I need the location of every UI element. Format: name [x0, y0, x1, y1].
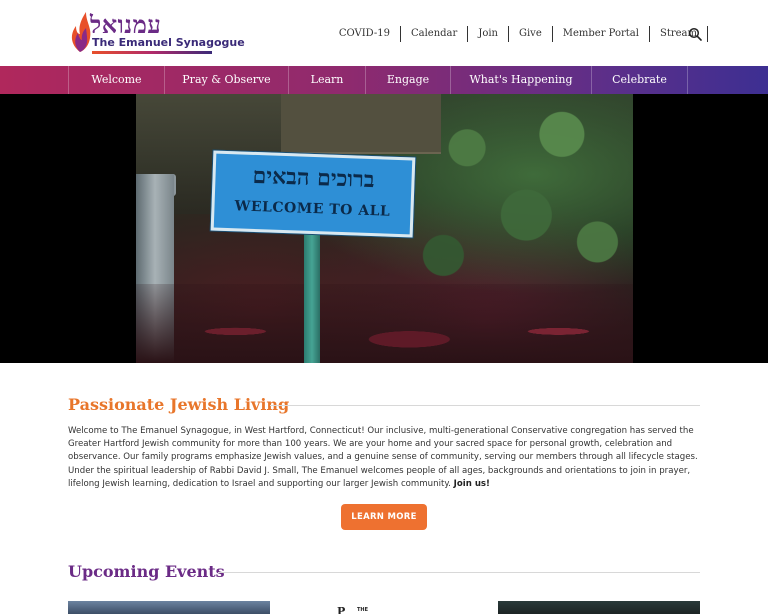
about-heading-rule	[270, 405, 700, 406]
topnav-covid[interactable]: COVID-19	[329, 26, 401, 42]
about-body-text: Welcome to The Emanuel Synagogue, in Wes…	[68, 426, 698, 489]
about-paragraph: Welcome to The Emanuel Synagogue, in Wes…	[68, 425, 700, 491]
hero-banner: ברוכים הבאים WELCOME TO ALL	[0, 94, 768, 363]
nav-celebrate[interactable]: Celebrate	[591, 66, 688, 94]
hero-shrubs	[136, 284, 633, 363]
event-card[interactable]	[68, 601, 270, 614]
sign-english-text: WELCOME TO ALL	[234, 198, 391, 220]
events-heading: Upcoming Events	[68, 562, 225, 581]
nav-pray-observe[interactable]: Pray & Observe	[164, 66, 288, 94]
events-heading-rule	[218, 572, 700, 573]
join-us-link[interactable]: Join us!	[454, 479, 490, 489]
event-card-letter: P	[337, 605, 346, 614]
site-logo[interactable]: עמנואל The Emanuel Synagogue	[68, 10, 245, 58]
flame-icon	[71, 12, 91, 52]
nav-learn[interactable]: Learn	[288, 66, 365, 94]
main-nav: Welcome Pray & Observe Learn Engage What…	[0, 66, 768, 94]
nav-whats-happening[interactable]: What's Happening	[450, 66, 591, 94]
sign-post	[304, 224, 320, 363]
topnav-join[interactable]: Join	[468, 26, 509, 42]
logo-name-text: The Emanuel Synagogue	[92, 36, 245, 49]
sign-hebrew-text: ברוכים הבאים	[252, 162, 375, 194]
event-card[interactable]	[498, 601, 700, 614]
hero-photo: ברוכים הבאים WELCOME TO ALL	[136, 94, 633, 363]
nav-engage[interactable]: Engage	[365, 66, 450, 94]
learn-more-button[interactable]: LEARN MORE	[341, 504, 427, 530]
event-card-small-text: THE	[357, 607, 369, 613]
about-heading: Passionate Jewish Living	[68, 395, 290, 414]
utility-nav: COVID-19 Calendar Join Give Member Porta…	[329, 26, 708, 42]
event-card[interactable]: P THE	[283, 601, 485, 614]
topnav-give[interactable]: Give	[509, 26, 553, 42]
logo-underline	[92, 51, 212, 54]
site-header: עמנואל The Emanuel Synagogue COVID-19 Ca…	[0, 0, 768, 66]
topnav-calendar[interactable]: Calendar	[401, 26, 469, 42]
nav-welcome[interactable]: Welcome	[68, 66, 164, 94]
search-icon[interactable]	[688, 27, 702, 41]
welcome-sign: ברוכים הבאים WELCOME TO ALL	[210, 150, 416, 238]
topnav-member-portal[interactable]: Member Portal	[553, 26, 650, 42]
